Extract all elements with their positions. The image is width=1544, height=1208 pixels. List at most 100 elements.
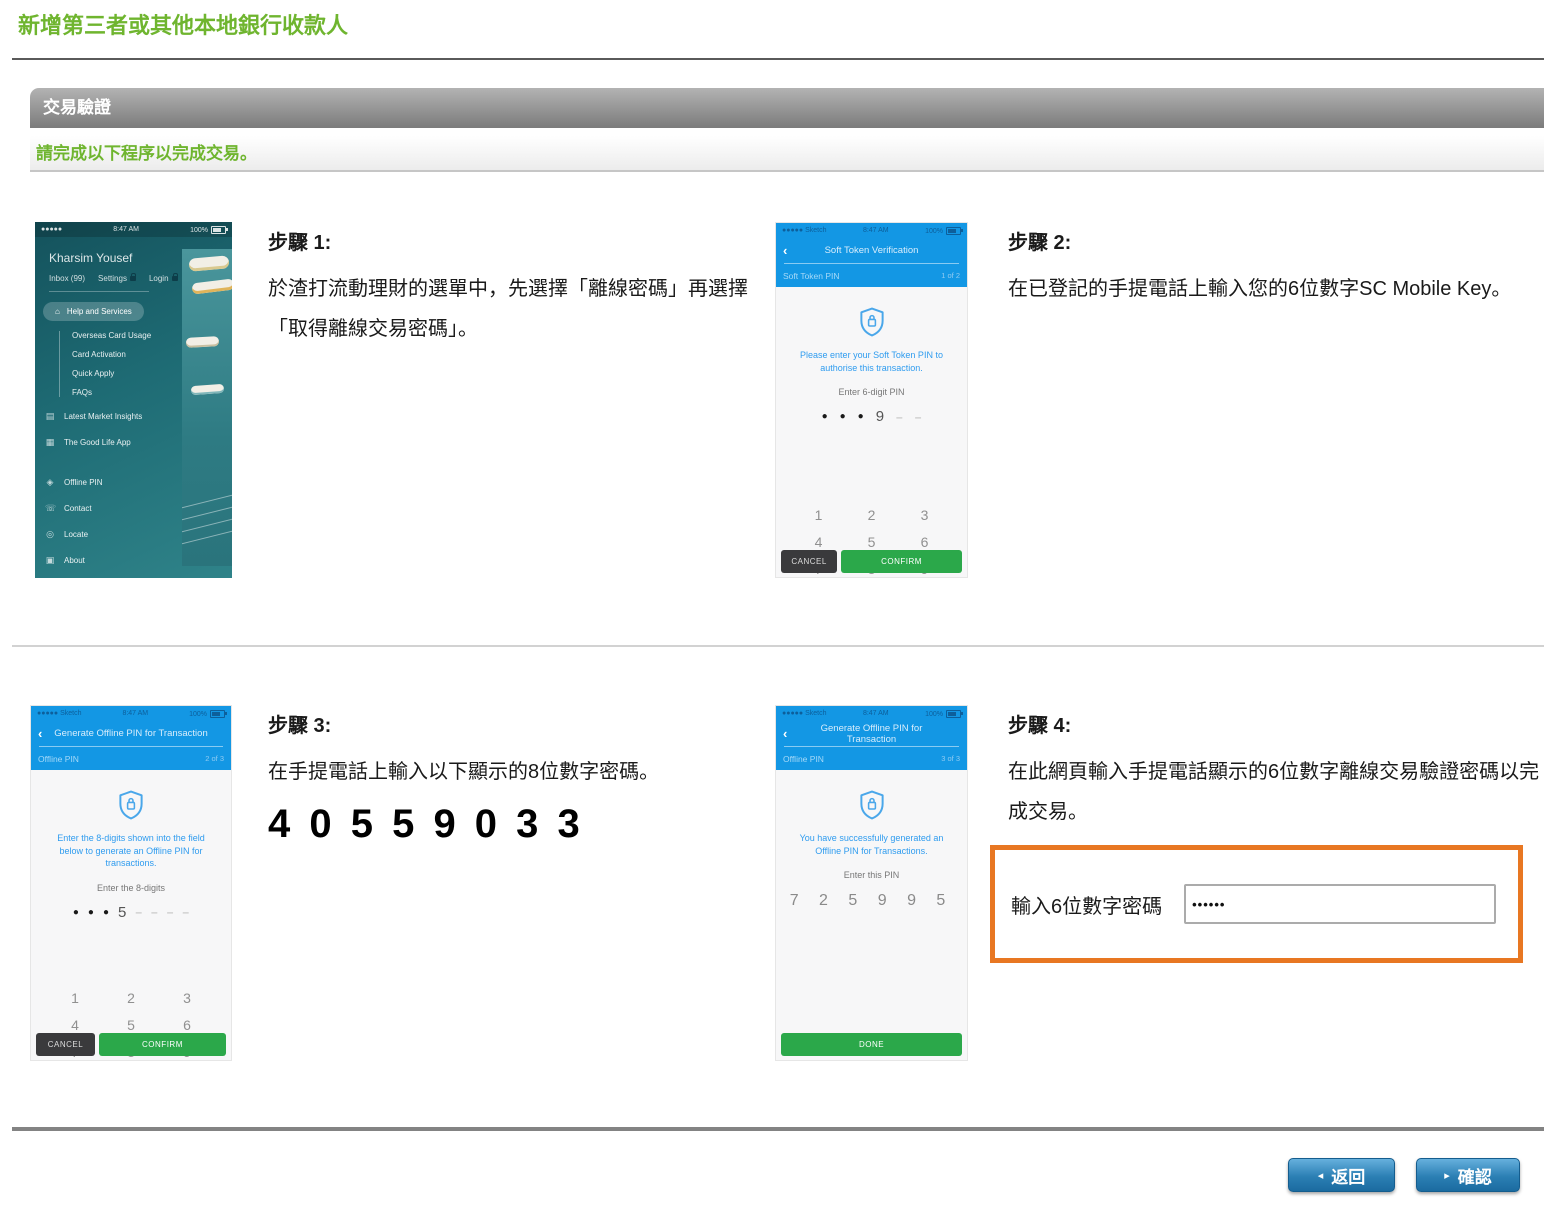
step-3: 步驟 3: 在手提電話上輸入以下顯示的8位數字密碼。 4 0 5 5 9 0 3… bbox=[268, 709, 763, 847]
status-bar: ●●●●● Sketch 8:47 AM 100% bbox=[776, 223, 967, 238]
shield-lock-icon bbox=[114, 788, 148, 822]
boat-shape bbox=[191, 278, 232, 294]
marina-photo bbox=[182, 249, 232, 566]
footer-divider bbox=[12, 1127, 1544, 1131]
pin-dot: ● bbox=[103, 907, 109, 918]
nav-login: Login bbox=[149, 274, 178, 283]
step-4: 步驟 4: 在此網頁輸入手提電話顯示的6位數字離線交易驗證密碼以完成交易。 bbox=[1008, 709, 1543, 832]
menu-divider bbox=[49, 291, 149, 292]
pin-dash: – bbox=[135, 905, 142, 919]
pin-display: ● ● ● 9 – – bbox=[822, 408, 922, 425]
sub-bar: Soft Token PIN 1 of 2 bbox=[776, 264, 967, 287]
title-divider bbox=[12, 58, 1544, 60]
confirm-button: CONFIRM bbox=[99, 1033, 226, 1056]
page-indicator: 3 of 3 bbox=[941, 754, 960, 763]
step-title: 步驟 1: bbox=[268, 226, 753, 255]
back-chevron-icon: ‹ bbox=[783, 726, 795, 741]
step-text: 在手提電話上輸入以下顯示的8位數字密碼。 bbox=[268, 752, 763, 792]
pin-input-label: 輸入6位數字密碼 bbox=[1011, 890, 1162, 919]
menu-item-label: The Good Life App bbox=[64, 438, 131, 447]
screen-title-bar: ‹ Generate Offline PIN for Transaction bbox=[776, 721, 967, 746]
phone-pin-generated-screenshot: ●●●●● Sketch 8:47 AM 100% ‹ Generate Off… bbox=[775, 705, 968, 1061]
keypad-key: 1 bbox=[47, 985, 103, 1012]
keypad-key: 2 bbox=[103, 985, 159, 1012]
wave-line bbox=[182, 518, 232, 534]
pin-label: Enter the 8-digits bbox=[97, 883, 165, 893]
pin-input[interactable] bbox=[1184, 884, 1496, 924]
phone-body: You have successfully generated an Offli… bbox=[776, 770, 967, 1060]
battery-status: 100% bbox=[190, 226, 226, 234]
pin-dot: ● bbox=[822, 411, 828, 422]
menu-item-label: Locate bbox=[64, 530, 88, 539]
carrier-text: ●●●●● Sketch bbox=[782, 710, 827, 717]
cancel-button: CANCEL bbox=[36, 1033, 95, 1056]
time-text: 8:47 AM bbox=[122, 710, 148, 717]
phone-header: ●●●●● Sketch 8:47 AM 100% ‹ Soft Token V… bbox=[776, 223, 967, 287]
home-icon: ⌂ bbox=[55, 307, 60, 316]
battery-icon bbox=[946, 710, 961, 718]
sub-bar: Offline PIN 3 of 3 bbox=[776, 747, 967, 770]
menu-item-label: Contact bbox=[64, 504, 92, 513]
back-chevron-icon: ‹ bbox=[783, 243, 795, 258]
status-bar: ●●●●● Sketch 8:47 AM 100% bbox=[776, 706, 967, 721]
goodlife-icon: ▦ bbox=[45, 437, 55, 448]
pin-label: Enter 6-digit PIN bbox=[838, 387, 904, 397]
phone-soft-token-screenshot: ●●●●● Sketch 8:47 AM 100% ‹ Soft Token V… bbox=[775, 222, 968, 578]
lock-icon bbox=[130, 276, 136, 281]
nav-inbox: Inbox (99) bbox=[49, 274, 85, 283]
nav-settings: Settings bbox=[98, 274, 136, 283]
screen-title: Generate Offline PIN for Transaction bbox=[50, 728, 212, 739]
menu-item-label: Help and Services bbox=[67, 307, 132, 316]
confirm-button-label: 確認 bbox=[1458, 1163, 1492, 1188]
step-title: 步驟 2: bbox=[1008, 226, 1513, 255]
time-text: 8:47 AM bbox=[113, 226, 139, 233]
offline-code-digits: 4 0 5 5 9 0 3 3 bbox=[268, 802, 763, 847]
lock-icon bbox=[172, 276, 178, 281]
menu-item-label: About bbox=[64, 556, 85, 565]
phone-header: ●●●●● Sketch 8:47 AM 100% ‹ Generate Off… bbox=[776, 706, 967, 770]
tab-label: Soft Token PIN bbox=[783, 271, 840, 281]
page-title: 新增第三者或其他本地銀行收款人 bbox=[18, 8, 348, 40]
sub-bar: Offline PIN 2 of 3 bbox=[31, 747, 231, 770]
generated-pin-value: 7 2 5 9 9 5 bbox=[790, 892, 954, 910]
keypad-key: 1 bbox=[792, 502, 845, 529]
status-bar: ●●●●● Sketch 8:47 AM 100% bbox=[31, 706, 231, 721]
shield-lock-icon bbox=[855, 788, 889, 822]
screen-title-bar: ‹ Generate Offline PIN for Transaction bbox=[31, 721, 231, 746]
step-1: 步驟 1: 於渣打流動理財的選單中，先選擇「離線密碼」再選擇「取得離線交易密碼」… bbox=[268, 226, 753, 349]
triangle-left-icon: ◂ bbox=[1318, 1169, 1324, 1182]
pin-entry-box: 輸入6位數字密碼 bbox=[990, 845, 1523, 963]
pin-display: ● ● ● 5 – – – – bbox=[73, 904, 189, 921]
battery-icon bbox=[211, 226, 226, 234]
pin-dash: – bbox=[151, 905, 158, 919]
insights-icon: ▤ bbox=[45, 411, 55, 422]
pin-label: Enter this PIN bbox=[844, 870, 900, 880]
offline-pin-icon: ◈ bbox=[45, 477, 55, 488]
back-chevron-icon: ‹ bbox=[38, 726, 50, 741]
pin-dash: – bbox=[167, 905, 174, 919]
phone-generate-pin-screenshot: ●●●●● Sketch 8:47 AM 100% ‹ Generate Off… bbox=[30, 705, 232, 1061]
triangle-right-icon: ▸ bbox=[1444, 1169, 1450, 1182]
step-text: 在已登記的手提電話上輸入您的6位數字SC Mobile Key。 bbox=[1008, 269, 1513, 309]
page: 新增第三者或其他本地銀行收款人 交易驗證 請完成以下程序以完成交易。 ●●●●●… bbox=[0, 0, 1544, 1208]
time-text: 8:47 AM bbox=[863, 710, 889, 717]
step-title: 步驟 4: bbox=[1008, 709, 1543, 738]
phone-menu-screenshot: ●●●●● 8:47 AM 100% Kharsim Yousef Inbox … bbox=[35, 222, 232, 578]
phone-body: Please enter your Soft Token PIN to auth… bbox=[776, 287, 967, 577]
about-icon: ▣ bbox=[45, 555, 55, 566]
pin-dash: – bbox=[182, 905, 189, 919]
page-back-button[interactable]: ◂ 返回 bbox=[1288, 1158, 1395, 1192]
battery-icon bbox=[946, 227, 961, 235]
keypad-key: 3 bbox=[159, 985, 215, 1012]
carrier-text: ●●●●● Sketch bbox=[37, 710, 82, 717]
carrier-text: ●●●●● Sketch bbox=[782, 227, 827, 234]
page-confirm-button[interactable]: ▸ 確認 bbox=[1416, 1158, 1520, 1192]
pin-dot: ● bbox=[88, 907, 94, 918]
phone-footer: CANCEL CONFIRM bbox=[36, 1033, 226, 1056]
boat-shape bbox=[189, 255, 230, 271]
confirm-button: CONFIRM bbox=[841, 550, 962, 573]
instruction-text: Enter the 8-digits shown into the field … bbox=[31, 832, 231, 870]
tab-label: Offline PIN bbox=[783, 754, 824, 764]
battery-status: 100% bbox=[189, 710, 225, 718]
carrier-text: ●●●●● bbox=[41, 226, 62, 233]
